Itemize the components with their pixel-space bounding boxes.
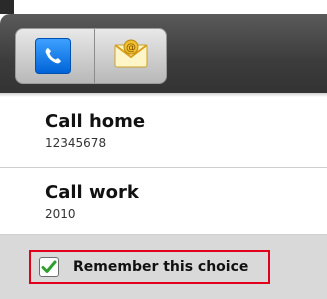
top-strip xyxy=(0,0,327,14)
remember-checkbox[interactable] xyxy=(39,257,59,277)
email-icon: @ xyxy=(112,37,150,75)
svg-text:@: @ xyxy=(126,43,136,54)
tab-divider xyxy=(94,29,95,83)
tab-bar: @ xyxy=(0,14,327,93)
item-title: Call work xyxy=(45,182,139,203)
list-item-call-home[interactable]: Call home 12345678 xyxy=(0,97,327,167)
tab-email[interactable]: @ xyxy=(102,29,160,83)
remember-choice-row[interactable]: Remember this choice xyxy=(29,250,270,284)
choose-action-dialog: @ Call home 12345678 Call work 2010 Reme… xyxy=(0,0,327,299)
checkmark-icon xyxy=(41,260,57,273)
item-subtitle: 2010 xyxy=(45,207,76,221)
dialog-footer: Remember this choice xyxy=(0,235,327,299)
list-item-call-work[interactable]: Call work 2010 xyxy=(0,168,327,238)
item-subtitle: 12345678 xyxy=(45,136,107,150)
item-title: Call home xyxy=(45,111,146,132)
phone-icon xyxy=(35,38,71,74)
tab-group: @ xyxy=(15,28,167,84)
tab-phone[interactable] xyxy=(24,29,82,83)
top-dark-edge xyxy=(0,0,14,14)
remember-label: Remember this choice xyxy=(73,259,249,275)
